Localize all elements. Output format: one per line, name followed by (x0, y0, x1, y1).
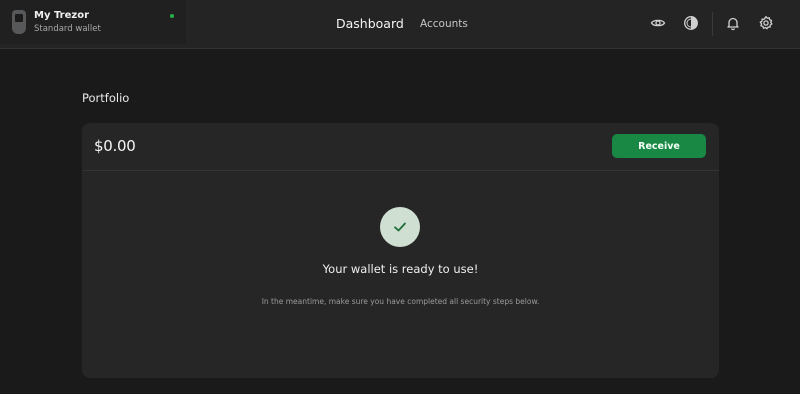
portfolio-card-header: $0.00 Receive (82, 123, 719, 171)
trezor-device-icon (12, 10, 26, 34)
tab-accounts[interactable]: Accounts (420, 18, 468, 30)
wallet-ready-subtitle: In the meantime, make sure you have comp… (261, 297, 540, 306)
portfolio-card: $0.00 Receive Your wallet is ready to us… (82, 123, 719, 378)
bell-icon[interactable] (725, 15, 741, 31)
connection-status-dot (170, 14, 174, 18)
eye-icon[interactable] (650, 15, 666, 31)
portfolio-balance: $0.00 (94, 137, 136, 155)
success-check-icon (380, 207, 420, 247)
toolbar-divider (712, 12, 713, 36)
gear-icon[interactable] (758, 15, 774, 31)
wallet-ready-title: Your wallet is ready to use! (322, 262, 479, 276)
theme-contrast-icon[interactable] (683, 15, 699, 31)
receive-button[interactable]: Receive (612, 134, 706, 158)
device-switcher[interactable]: My Trezor Standard wallet (0, 0, 186, 44)
tab-dashboard[interactable]: Dashboard (336, 16, 404, 31)
top-bar: My Trezor Standard wallet Dashboard Acco… (0, 0, 800, 49)
device-name: My Trezor (34, 10, 90, 21)
wallet-type: Standard wallet (34, 24, 101, 34)
section-title-portfolio: Portfolio (82, 91, 130, 105)
